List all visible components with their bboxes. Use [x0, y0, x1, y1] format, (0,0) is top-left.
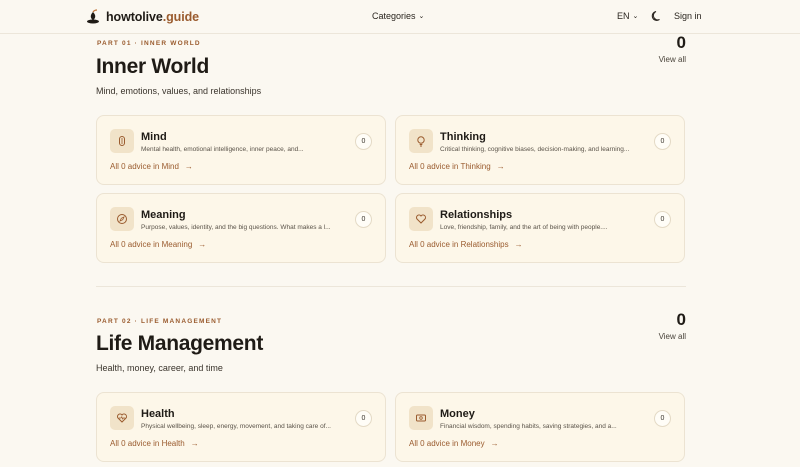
- logo[interactable]: howtolive.guide: [86, 9, 199, 24]
- view-all-link[interactable]: View all: [659, 55, 686, 64]
- card-title: Mind: [141, 131, 167, 143]
- moon-icon[interactable]: [651, 10, 663, 22]
- card-description: Purpose, values, identity, and the big q…: [141, 224, 331, 231]
- card-title: Money: [440, 408, 475, 420]
- arrow-right-icon: →: [190, 439, 199, 448]
- part-label: PART 01 · INNER WORLD: [97, 40, 201, 47]
- count-badge: 0: [654, 133, 671, 150]
- section-subtitle: Mind, emotions, values, and relationship…: [96, 86, 262, 96]
- brain-icon: [110, 129, 134, 153]
- card-description: Mental health, emotional intelligence, i…: [141, 146, 304, 153]
- banknote-icon: [409, 406, 433, 430]
- category-card-relationships[interactable]: Relationships Love, friendship, family, …: [395, 193, 685, 263]
- section-count: 0 View all: [659, 311, 686, 341]
- arrow-right-icon: →: [184, 162, 193, 171]
- card-description: Physical wellbeing, sleep, energy, movem…: [141, 423, 331, 430]
- categories-label: Categories: [372, 11, 416, 21]
- logo-text: howtolive.guide: [106, 9, 199, 24]
- card-description: Love, friendship, family, and the art of…: [440, 224, 608, 231]
- card-title: Health: [141, 408, 175, 420]
- section-divider: [96, 286, 686, 287]
- view-all-link[interactable]: View all: [659, 332, 686, 341]
- category-card-health[interactable]: Health Physical wellbeing, sleep, energy…: [96, 392, 386, 462]
- section-life-management: PART 02 · LIFE MANAGEMENT 0 View all Lif…: [96, 311, 686, 391]
- count-badge: 0: [654, 211, 671, 228]
- arrow-right-icon: →: [490, 439, 499, 448]
- category-card-money[interactable]: Money Financial wisdom, spending habits,…: [395, 392, 685, 462]
- heart-pulse-icon: [110, 406, 134, 430]
- card-description: Critical thinking, cognitive biases, dec…: [440, 146, 630, 153]
- arrow-right-icon: →: [496, 162, 505, 171]
- category-card-mind[interactable]: Mind Mental health, emotional intelligen…: [96, 115, 386, 185]
- count-badge: 0: [355, 410, 372, 427]
- all-advice-link[interactable]: All 0 advice in Health →: [110, 439, 199, 448]
- count-badge: 0: [355, 211, 372, 228]
- all-advice-link[interactable]: All 0 advice in Money →: [409, 439, 499, 448]
- logo-icon: [87, 9, 99, 24]
- part-label: PART 02 · LIFE MANAGEMENT: [97, 318, 223, 325]
- language-label: EN: [617, 11, 630, 21]
- all-advice-link[interactable]: All 0 advice in Relationships →: [409, 240, 523, 249]
- category-card-thinking[interactable]: Thinking Critical thinking, cognitive bi…: [395, 115, 685, 185]
- category-card-meaning[interactable]: Meaning Purpose, values, identity, and t…: [96, 193, 386, 263]
- chevron-down-icon: ⌄: [418, 13, 425, 20]
- card-title: Meaning: [141, 209, 186, 221]
- section-title: Life Management: [96, 332, 264, 355]
- card-title: Thinking: [440, 131, 486, 143]
- sign-in-link[interactable]: Sign in: [674, 11, 702, 21]
- section-count: 0 View all: [659, 34, 686, 64]
- heart-icon: [409, 207, 433, 231]
- count-badge: 0: [654, 410, 671, 427]
- chevron-down-icon: ⌄: [632, 13, 639, 20]
- card-description: Financial wisdom, spending habits, savin…: [440, 423, 617, 430]
- count-number: 0: [676, 33, 686, 52]
- all-advice-link[interactable]: All 0 advice in Mind →: [110, 162, 193, 171]
- card-title: Relationships: [440, 209, 513, 221]
- section-title: Inner World: [96, 55, 209, 78]
- lightbulb-icon: [409, 129, 433, 153]
- arrow-right-icon: →: [198, 240, 207, 249]
- count-number: 0: [676, 310, 686, 329]
- compass-icon: [110, 207, 134, 231]
- language-dropdown[interactable]: EN ⌄: [617, 11, 638, 21]
- count-badge: 0: [355, 133, 372, 150]
- arrow-right-icon: →: [514, 240, 523, 249]
- all-advice-link[interactable]: All 0 advice in Meaning →: [110, 240, 206, 249]
- section-subtitle: Health, money, career, and time: [96, 363, 223, 373]
- top-navbar: howtolive.guide Categories ⌄ EN ⌄ Sign i…: [0, 0, 800, 34]
- all-advice-link[interactable]: All 0 advice in Thinking →: [409, 162, 505, 171]
- categories-dropdown[interactable]: Categories ⌄: [372, 11, 424, 21]
